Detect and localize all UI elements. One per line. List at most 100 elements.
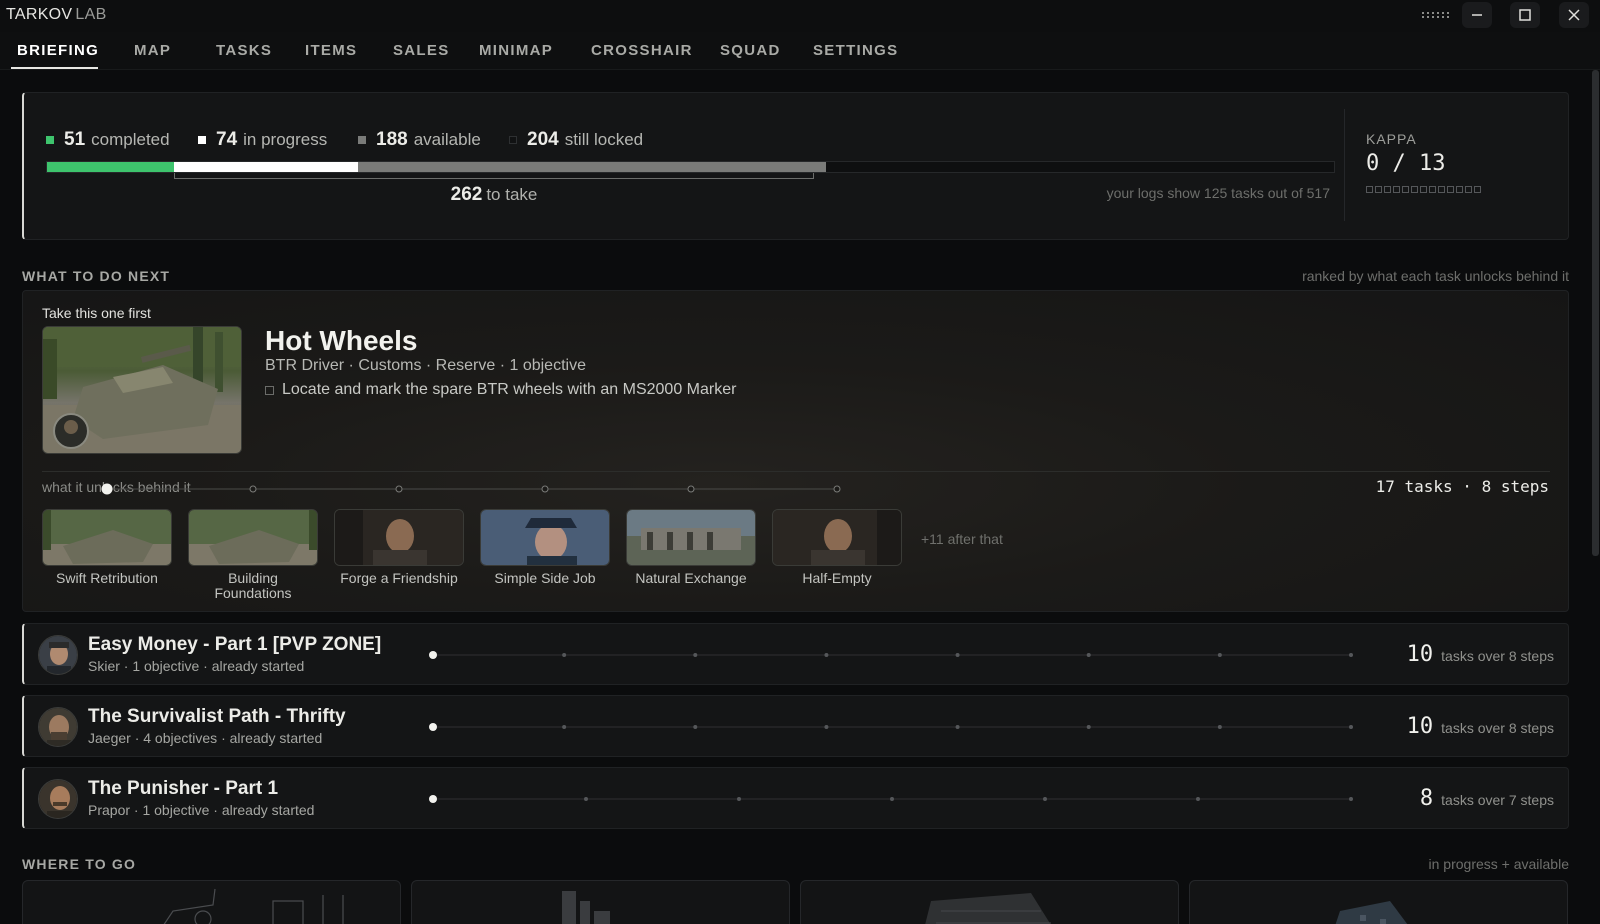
app-title: TARKOV LAB: [6, 6, 107, 24]
unlock-thumbnail: [626, 509, 756, 566]
kappa-box: [1429, 186, 1436, 193]
unlock-card[interactable]: Natural Exchange: [626, 509, 756, 586]
in-progress-label: in progress: [243, 130, 328, 149]
featured-task-title[interactable]: Hot Wheels: [265, 325, 417, 357]
map-card[interactable]: [411, 880, 790, 924]
maximize-button[interactable]: [1510, 2, 1540, 28]
unlock-step-node: [541, 485, 549, 493]
task-step-node: [562, 725, 567, 729]
completed-label: completed: [91, 130, 170, 149]
task-step-node: [429, 795, 437, 803]
task-step-node: [693, 725, 698, 729]
objective-text: Locate and mark the spare BTR wheels wit…: [282, 381, 737, 398]
minimize-icon: [1472, 14, 1482, 16]
tab-briefing[interactable]: BRIEFING: [17, 42, 99, 59]
task-steps-line: [429, 651, 1353, 659]
task-step-node: [955, 653, 960, 657]
task-row[interactable]: The Punisher - Part 1 Prapor · 1 objecti…: [22, 767, 1569, 829]
progress-segment-completed: [47, 162, 174, 172]
unlock-card[interactable]: Building Foundations: [188, 509, 318, 601]
featured-task-meta: BTR Driver · Customs · Reserve · 1 objec…: [265, 357, 586, 374]
unlock-name: Forge a Friendship: [340, 570, 458, 586]
close-icon: [1568, 9, 1580, 21]
kappa-box: [1456, 186, 1463, 193]
task-step-node: [1196, 797, 1200, 801]
task-row[interactable]: The Survivalist Path - Thrifty Jaeger · …: [22, 695, 1569, 757]
unlock-step-node: [249, 485, 257, 493]
task-count-label: tasks over 7 steps: [1441, 792, 1554, 808]
completed-swatch: [46, 136, 54, 144]
locked-swatch: [509, 136, 517, 144]
unlock-name: Natural Exchange: [635, 570, 747, 586]
tab-minimap[interactable]: MINIMAP: [479, 42, 553, 59]
tab-crosshair[interactable]: CROSSHAIR: [591, 42, 693, 59]
unlocks-label: what it unlocks behind it: [42, 479, 191, 495]
task-step-node: [1086, 725, 1091, 729]
tab-map[interactable]: MAP: [134, 42, 171, 59]
kappa-box: [1465, 186, 1472, 193]
active-tab-indicator: [11, 67, 98, 69]
task-row[interactable]: Easy Money - Part 1 [PVP ZONE] Skier · 1…: [22, 623, 1569, 685]
featured-objective: Locate and mark the spare BTR wheels wit…: [265, 381, 736, 399]
minimize-button[interactable]: [1462, 2, 1492, 28]
progress-segment-available: [358, 162, 827, 172]
logs-note: your logs show 125 tasks out of 517: [1106, 185, 1330, 201]
unlocks-count: 17 tasks · 8 steps: [1375, 477, 1549, 496]
unlock-card[interactable]: Half-Empty: [772, 509, 902, 586]
task-count-label: tasks over 8 steps: [1441, 648, 1554, 664]
unlock-step-node: [833, 485, 841, 493]
kappa-box: [1366, 186, 1373, 193]
featured-divider: [42, 471, 1550, 472]
to-take: 262 to take: [24, 184, 964, 206]
task-step-node: [1217, 653, 1222, 657]
to-take-count: 262: [450, 184, 483, 205]
unlock-card[interactable]: Forge a Friendship: [334, 509, 464, 586]
unlock-thumbnail: [188, 509, 318, 566]
map-card[interactable]: [800, 880, 1179, 924]
app-name: TARKOV: [6, 6, 73, 23]
tab-settings[interactable]: SETTINGS: [813, 42, 898, 59]
available-label: available: [413, 130, 481, 149]
stat-locked: 204 still locked: [509, 129, 643, 151]
task-step-node: [693, 653, 698, 657]
unlock-name: Building Foundations: [214, 570, 292, 601]
unlock-thumbnail: [772, 509, 902, 566]
tab-items[interactable]: ITEMS: [305, 42, 357, 59]
task-steps-line: [429, 723, 1353, 731]
grip-icon[interactable]: [1422, 2, 1450, 28]
task-step-node: [584, 797, 588, 801]
next-section-title: WHAT TO DO NEXT: [22, 268, 171, 284]
app-subtitle: LAB: [75, 6, 107, 23]
task-count: 10 tasks over 8 steps: [1407, 714, 1554, 739]
unlock-card[interactable]: Swift Retribution: [42, 509, 172, 586]
task-step-node: [1349, 653, 1353, 657]
task-step-node: [429, 723, 437, 731]
unlock-step-node: [687, 485, 695, 493]
tab-tasks[interactable]: TASKS: [216, 42, 272, 59]
stat-available: 188 available: [358, 129, 481, 151]
task-step-node: [1349, 797, 1353, 801]
task-progress-bar: [46, 161, 1335, 173]
kappa-label: KAPPA: [1366, 131, 1417, 147]
kappa-box: [1447, 186, 1454, 193]
unlock-card[interactable]: Simple Side Job: [480, 509, 610, 586]
where-section-title: WHERE TO GO: [22, 856, 137, 872]
task-count-label: tasks over 8 steps: [1441, 720, 1554, 736]
tab-sales[interactable]: SALES: [393, 42, 450, 59]
map-card[interactable]: [22, 880, 401, 924]
locked-count: 204: [527, 129, 559, 150]
next-section-note: ranked by what each task unlocks behind …: [1302, 268, 1569, 284]
map-card[interactable]: [1189, 880, 1568, 924]
tab-squad[interactable]: SQUAD: [720, 42, 781, 59]
objective-checkbox[interactable]: [265, 385, 274, 395]
kappa-divider: [1344, 109, 1345, 221]
kappa-box: [1393, 186, 1400, 193]
completed-count: 51: [64, 129, 86, 150]
scrollbar-thumb[interactable]: [1592, 70, 1599, 556]
featured-task-card[interactable]: Take this one first Hot Wheels BTR Drive…: [22, 290, 1569, 612]
title-bar: TARKOV LAB: [0, 0, 1600, 32]
close-button[interactable]: [1559, 2, 1589, 28]
available-swatch: [358, 136, 366, 144]
in-progress-swatch: [198, 136, 206, 144]
more-unlocks[interactable]: +11 after that: [921, 531, 1003, 547]
